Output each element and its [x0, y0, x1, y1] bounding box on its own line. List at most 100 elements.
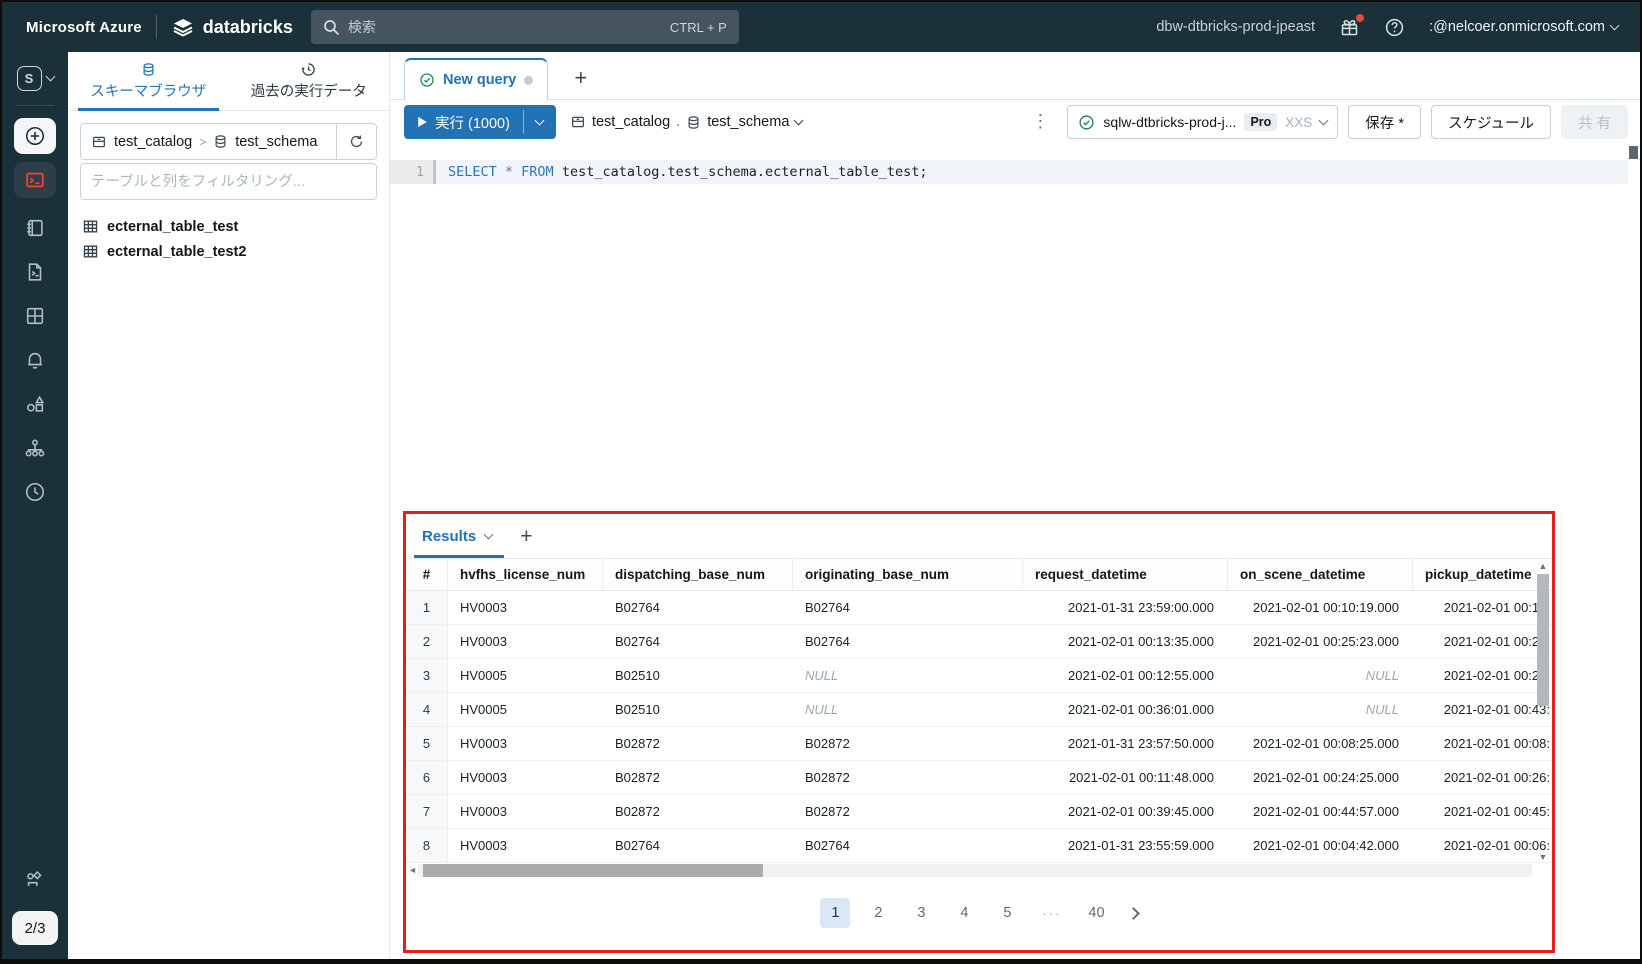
- search-input[interactable]: [348, 19, 662, 35]
- column-header[interactable]: on_scene_datetime: [1228, 559, 1413, 590]
- data-cell[interactable]: B02872: [793, 761, 1023, 794]
- table-row[interactable]: 2HV0003B02764B027642021-02-01 00:13:35.0…: [406, 625, 1552, 659]
- data-cell[interactable]: 2021-01-31 23:55:59.000: [1023, 829, 1228, 862]
- tab-past-executions[interactable]: 過去の実行データ: [229, 52, 390, 110]
- row-index-cell[interactable]: 2: [406, 625, 448, 658]
- data-cell[interactable]: B02872: [793, 795, 1023, 828]
- data-cell[interactable]: B02764: [603, 591, 793, 624]
- add-query-tab-button[interactable]: +: [574, 67, 587, 89]
- data-cell[interactable]: 2021-02-01 00:08:25.000: [1228, 727, 1413, 760]
- alerts-bell-icon[interactable]: [24, 349, 46, 371]
- page-button[interactable]: 1: [820, 898, 850, 928]
- breadcrumb-schema[interactable]: test_schema: [235, 134, 317, 150]
- next-page-button[interactable]: [1127, 907, 1140, 920]
- data-cell[interactable]: 2021-01-31 23:57:50.000: [1023, 727, 1228, 760]
- data-cell[interactable]: NULL: [793, 659, 1023, 692]
- data-cell[interactable]: 2021-02-01 00:45:: [1413, 795, 1552, 828]
- data-cell[interactable]: 2021-02-01 00:11:48.000: [1023, 761, 1228, 794]
- table-row[interactable]: 4HV0005B02510NULL2021-02-01 00:36:01.000…: [406, 693, 1552, 727]
- breadcrumb-catalog[interactable]: test_catalog: [114, 134, 192, 150]
- data-cell[interactable]: 2021-02-01 00:24:25.000: [1228, 761, 1413, 794]
- pipelines-icon[interactable]: [24, 868, 46, 890]
- warehouse-selector[interactable]: sqlw-dtbricks-prod-j... Pro XXS: [1067, 105, 1338, 139]
- data-cell[interactable]: B02764: [603, 829, 793, 862]
- tab-schema-browser[interactable]: スキーマブラウザ: [68, 52, 229, 110]
- data-cell[interactable]: 2021-02-01 00:26:: [1413, 761, 1552, 794]
- column-header[interactable]: request_datetime: [1023, 559, 1228, 590]
- data-cell[interactable]: 2021-02-01 00:44:57.000: [1228, 795, 1413, 828]
- data-cell[interactable]: 2021-02-01 00:10:: [1413, 591, 1552, 624]
- column-header[interactable]: dispatching_base_num: [603, 559, 793, 590]
- table-row[interactable]: 1HV0003B02764B027642021-01-31 23:59:00.0…: [406, 591, 1552, 625]
- workspace-name[interactable]: dbw-dtbricks-prod-jpeast: [1156, 19, 1315, 35]
- data-cell[interactable]: B02872: [603, 727, 793, 760]
- data-cell[interactable]: B02872: [793, 727, 1023, 760]
- share-button[interactable]: 共 有: [1561, 105, 1628, 139]
- add-results-tab-button[interactable]: +: [520, 526, 532, 547]
- refresh-button[interactable]: [336, 124, 376, 159]
- data-cell[interactable]: 2021-02-01 00:13:35.000: [1023, 625, 1228, 658]
- data-cell[interactable]: 2021-02-01 00:25:23.000: [1228, 625, 1413, 658]
- persona-switcher[interactable]: S: [17, 66, 54, 91]
- data-cell[interactable]: 2021-02-01 00:39:45.000: [1023, 795, 1228, 828]
- row-index-cell[interactable]: 3: [406, 659, 448, 692]
- data-cell[interactable]: B02510: [603, 693, 793, 726]
- column-header[interactable]: originating_base_num: [793, 559, 1023, 590]
- data-cell[interactable]: 2021-01-31 23:59:00.000: [1023, 591, 1228, 624]
- page-button[interactable]: 2: [863, 898, 893, 928]
- data-cell[interactable]: B02510: [603, 659, 793, 692]
- table-filter[interactable]: [80, 163, 377, 200]
- run-button[interactable]: 実行 (1000): [404, 105, 556, 139]
- data-cell[interactable]: 2021-02-01 00:10:19.000: [1228, 591, 1413, 624]
- page-button[interactable]: 3: [906, 898, 936, 928]
- table-row[interactable]: 5HV0003B02872B028722021-01-31 23:57:50.0…: [406, 727, 1552, 761]
- data-cell[interactable]: HV0003: [448, 625, 603, 658]
- data-cell[interactable]: NULL: [793, 693, 1023, 726]
- data-cell[interactable]: 2021-02-01 00:06:: [1413, 829, 1552, 862]
- data-cell[interactable]: HV0003: [448, 795, 603, 828]
- horizontal-scrollbar-track[interactable]: [418, 864, 1532, 877]
- help-icon[interactable]: [1384, 17, 1405, 38]
- row-index-cell[interactable]: 4: [406, 693, 448, 726]
- catalog-schema-selector[interactable]: test_catalog . test_schema: [570, 114, 802, 130]
- horizontal-scrollbar-thumb[interactable]: [423, 864, 763, 877]
- row-index-cell[interactable]: 5: [406, 727, 448, 760]
- databricks-logo[interactable]: databricks: [171, 15, 293, 39]
- table-row[interactable]: 3HV0005B02510NULL2021-02-01 00:12:55.000…: [406, 659, 1552, 693]
- account-menu[interactable]: :@nelcoer.onmicrosoft.com: [1429, 19, 1618, 35]
- global-search[interactable]: CTRL + P: [311, 10, 739, 44]
- queries-file-icon[interactable]: [24, 261, 46, 283]
- schedule-button[interactable]: スケジュール: [1431, 105, 1551, 139]
- sql-statement[interactable]: SELECT * FROM test_catalog.test_schema.e…: [448, 160, 928, 184]
- run-options-caret[interactable]: [524, 105, 556, 139]
- sql-code-editor[interactable]: 1 SELECT * FROM test_catalog.test_schema…: [390, 144, 1640, 511]
- notebooks-icon[interactable]: [24, 217, 46, 239]
- row-index-cell[interactable]: 8: [406, 829, 448, 862]
- data-cell[interactable]: HV0003: [448, 761, 603, 794]
- editor-scrollbar[interactable]: [1629, 146, 1638, 506]
- data-cell[interactable]: B02764: [793, 591, 1023, 624]
- data-cell[interactable]: HV0003: [448, 591, 603, 624]
- column-header[interactable]: pickup_datetime: [1413, 559, 1552, 590]
- kebab-menu-icon[interactable]: ⋮: [1023, 117, 1057, 127]
- scroll-up-icon[interactable]: ▲: [1539, 560, 1548, 572]
- data-cell[interactable]: HV0005: [448, 693, 603, 726]
- data-cell[interactable]: 2021-02-01 00:12:55.000: [1023, 659, 1228, 692]
- data-cell[interactable]: 2021-02-01 00:08:: [1413, 727, 1552, 760]
- workflows-icon[interactable]: [24, 437, 46, 459]
- row-index-cell[interactable]: 6: [406, 761, 448, 794]
- pagination-ellipsis[interactable]: ···: [1035, 898, 1068, 928]
- progress-badge[interactable]: 2/3: [12, 911, 58, 945]
- data-cell[interactable]: B02764: [793, 829, 1023, 862]
- sidebar-item-new[interactable]: [14, 118, 56, 154]
- breadcrumb[interactable]: test_catalog > test_schema: [81, 134, 336, 150]
- data-cell[interactable]: NULL: [1228, 693, 1413, 726]
- vertical-scrollbar-thumb[interactable]: [1537, 574, 1549, 706]
- scroll-down-icon[interactable]: ▼: [1539, 851, 1548, 863]
- data-cell[interactable]: HV0003: [448, 727, 603, 760]
- data-cell[interactable]: B02872: [603, 795, 793, 828]
- column-header[interactable]: #: [406, 559, 448, 590]
- scroll-left-icon[interactable]: ◄: [408, 865, 418, 875]
- data-cell[interactable]: 2021-02-01 00:43:: [1413, 693, 1552, 726]
- table-filter-input[interactable]: [91, 174, 366, 190]
